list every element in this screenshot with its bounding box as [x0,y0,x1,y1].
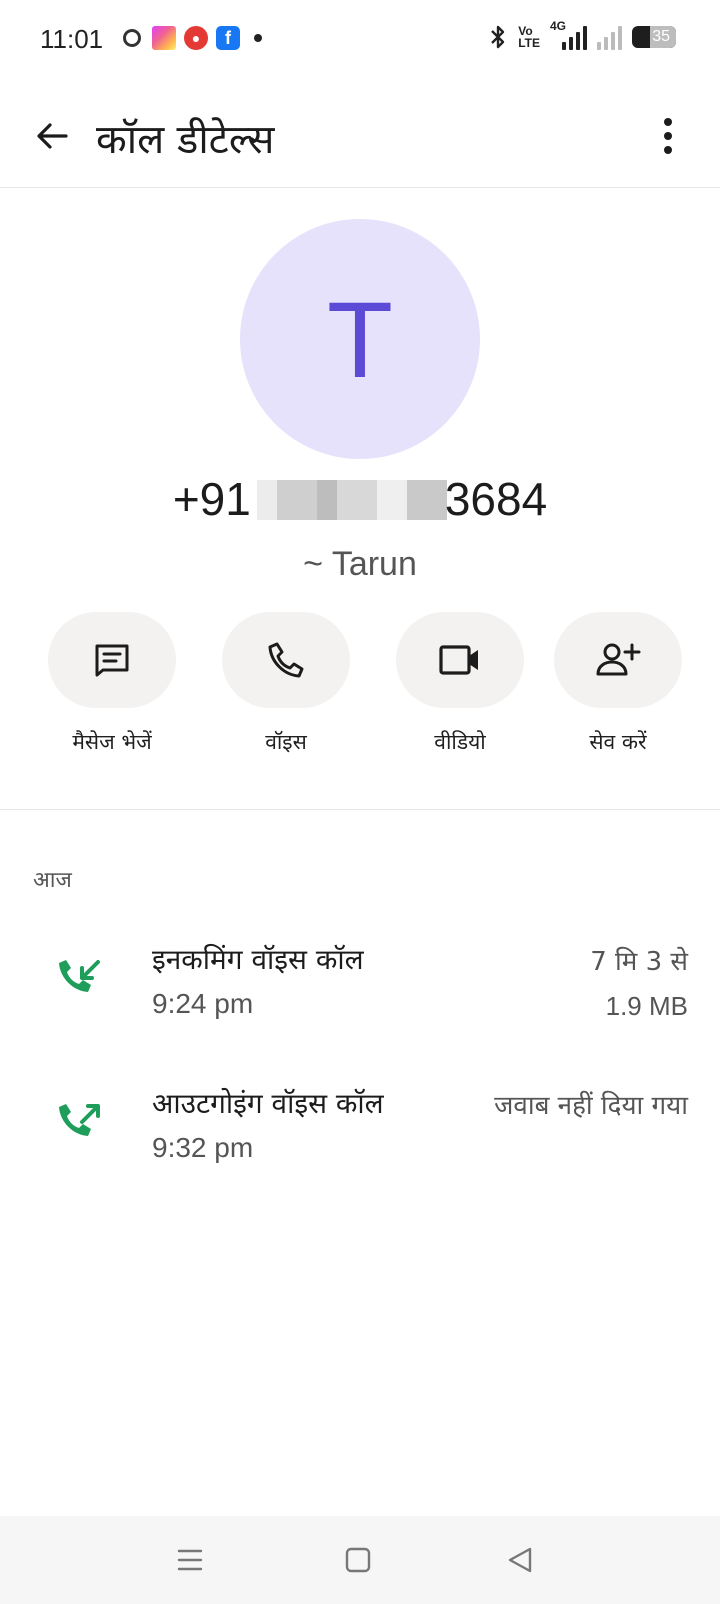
action-row: मैसेज भेजें वॉइस वीडियो सेव करें [0,612,720,762]
home-square-icon [345,1547,371,1573]
send-message-label: मैसेज भेजें [72,730,152,754]
nav-back-triangle-icon [508,1547,532,1573]
system-status-icons: Vo LTE 4G 35 [488,20,676,50]
voice-call-label: वॉइस [265,730,307,754]
message-icon [95,644,129,677]
contact-nickname: ~ Tarun [303,545,417,583]
call-log-row[interactable]: इनकमिंग वॉइस कॉल 9:24 pm 7 मि 3 से 1.9 M… [0,938,720,1058]
phone-prefix: +91 [172,473,251,525]
facebook-icon: f [216,26,240,50]
call-time: 9:24 pm [152,988,254,1019]
phone-redacted-block [256,479,447,520]
battery-level: 35 [652,28,670,45]
home-button[interactable] [338,1540,378,1580]
phone-icon [268,642,304,678]
page-title: कॉल डीटेल्स [96,117,275,163]
save-contact-pill[interactable] [554,612,682,708]
arrow-back-icon [37,123,68,149]
more-notifications-dot-icon [254,34,262,42]
back-button[interactable] [24,108,80,164]
call-made-icon [59,1104,100,1136]
call-status: जवाब नहीं दिया गया [494,1091,688,1121]
app-bar: कॉल डीटेल्स [0,84,720,188]
save-contact-button[interactable]: सेव करें [548,612,688,762]
call-type: इनकमिंग वॉइस कॉल [152,943,364,976]
call-time: 9:32 pm [152,1132,254,1163]
history-section-label: आज [33,868,72,893]
call-type: आउटगोइंग वॉइस कॉल [152,1087,384,1120]
recents-button[interactable] [170,1540,210,1580]
more-vert-icon [664,118,672,154]
contact-avatar: T [240,219,480,459]
call-details-screen: 11:01 ● f Vo LTE 4G 35 कॉल डीटेल्स T +91… [0,0,720,1604]
notification-icons: ● f [120,26,262,50]
call-data-size: 1.9 MB [605,991,688,1021]
videocam-icon [439,645,478,675]
person-add-icon [596,643,641,676]
network-type: 4G [550,19,567,33]
signal-sim1: 4G [550,20,587,50]
status-time: 11:01 [40,24,104,54]
call-meta: 7 मि 3 से 1.9 MB [590,940,688,1028]
voice-call-pill[interactable] [222,612,350,708]
video-call-pill[interactable] [396,612,524,708]
save-contact-label: सेव करें [589,730,647,754]
bluetooth-icon [491,25,505,49]
voice-call-button[interactable]: वॉइस [216,612,356,762]
avatar-letter: T [327,278,393,400]
call-duration: 7 मि 3 से [590,947,688,977]
call-log-row[interactable]: आउटगोइंग वॉइस कॉल 9:32 pm जवाब नहीं दिया… [0,1082,720,1202]
menu-icon [177,1549,203,1571]
call-received-icon [59,960,100,992]
nav-back-button[interactable] [500,1540,540,1580]
call-meta: जवाब नहीं दिया गया [494,1084,688,1128]
phone-number: +91 3684 [0,472,720,526]
settings-gear-icon [120,26,144,50]
send-message-button[interactable]: मैसेज भेजें [42,612,182,762]
app-mosaic-icon [152,26,176,50]
status-bar: 11:01 ● f Vo LTE 4G 35 [0,0,720,84]
volte-line2: LTE [518,36,540,50]
volte-indicator: Vo LTE [518,25,540,49]
battery-icon: 35 [632,26,676,48]
app-red-badge-icon: ● [184,26,208,50]
system-nav-bar [0,1516,720,1604]
phone-suffix: 3684 [444,473,548,525]
signal-sim2-icon [597,24,622,50]
more-options-button[interactable] [640,108,696,164]
video-call-label: वीडियो [434,730,486,754]
video-call-button[interactable]: वीडियो [390,612,530,762]
section-divider [0,809,720,810]
send-message-pill[interactable] [48,612,176,708]
